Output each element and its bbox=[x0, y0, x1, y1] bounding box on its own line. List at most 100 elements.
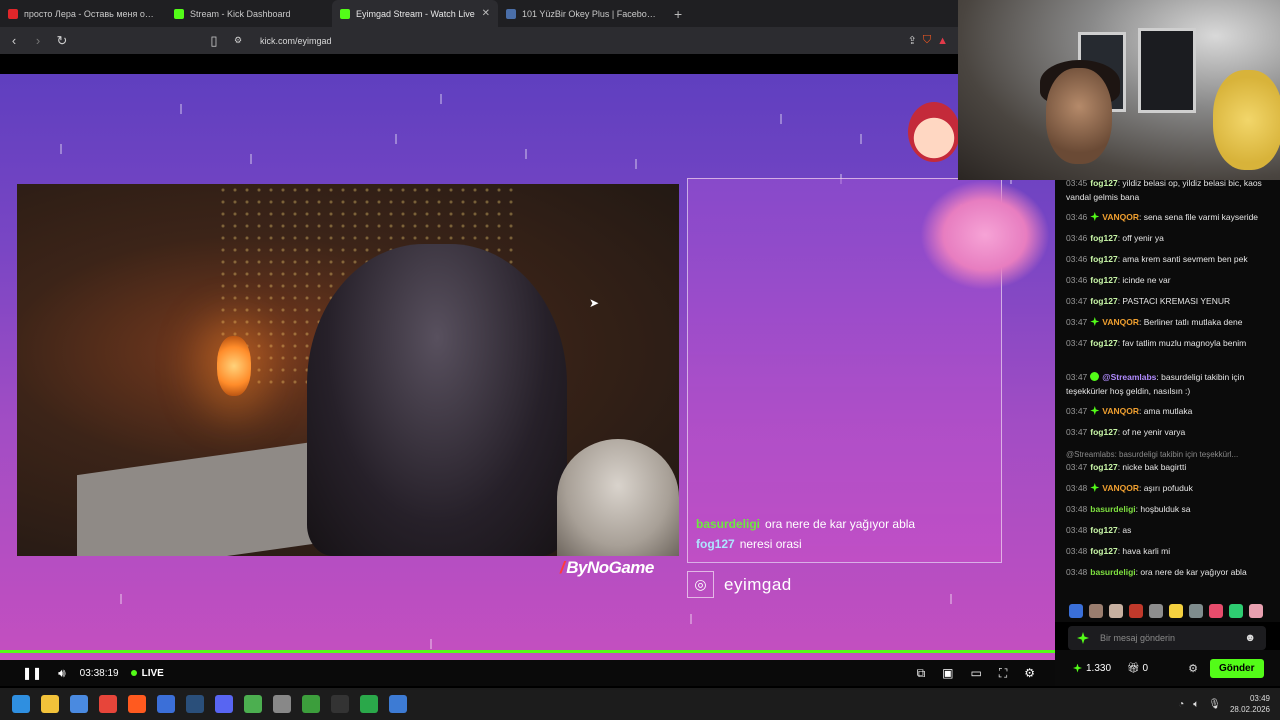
address-bar[interactable]: ▯ ⚙ kick.com/eyimgad bbox=[210, 31, 910, 50]
message-time: 03:46 bbox=[1066, 212, 1088, 222]
message-username[interactable]: fog127 bbox=[1090, 233, 1117, 243]
site-info-icon[interactable]: ⚙ bbox=[228, 35, 248, 46]
app-icon[interactable] bbox=[244, 695, 262, 713]
emote-icon[interactable] bbox=[1069, 604, 1083, 618]
message-username[interactable]: VANQOR bbox=[1102, 406, 1139, 416]
message-username[interactable]: fog127 bbox=[1090, 296, 1117, 306]
clip-icon[interactable]: ⧉ bbox=[917, 666, 926, 681]
emote-bar bbox=[1055, 600, 1280, 622]
chat-message: 03:47 @Streamlabs: basurdeligi takibin iç… bbox=[1066, 372, 1245, 396]
message-time: 03:48 bbox=[1066, 546, 1088, 556]
theater-mode-icon[interactable]: ▭ bbox=[970, 666, 981, 680]
brave-rewards-icon[interactable]: ▲ bbox=[937, 35, 948, 47]
message-username[interactable]: fog127 bbox=[1090, 427, 1117, 437]
message-time: 03:47 bbox=[1066, 317, 1088, 327]
rain-drop bbox=[430, 639, 432, 649]
xbox-icon[interactable] bbox=[360, 695, 378, 713]
message-text: ama krem santi sevmem ben pek bbox=[1122, 254, 1248, 264]
message-time: 03:47 bbox=[1066, 372, 1088, 382]
message-username[interactable]: fog127 bbox=[1090, 275, 1117, 285]
windows-taskbar: ◔ 🔈︎ 🎙︎ 03:49 28.02.2026 bbox=[0, 688, 1280, 720]
reload-icon[interactable]: ↻ bbox=[52, 33, 72, 49]
minecraft-icon[interactable] bbox=[302, 695, 320, 713]
message-username[interactable]: fog127 bbox=[1090, 338, 1117, 348]
windows-start-icon[interactable] bbox=[12, 695, 30, 713]
app-icon[interactable] bbox=[273, 695, 291, 713]
message-username[interactable]: @Streamlabs bbox=[1102, 372, 1156, 382]
chat-message: 03:47 VANQOR: Berliner tatlı mutlaka dene bbox=[1066, 317, 1243, 327]
rain-drop bbox=[440, 94, 442, 104]
emote-icon[interactable] bbox=[1109, 604, 1123, 618]
message-username[interactable]: fog127 bbox=[1090, 525, 1117, 535]
emoji-icon[interactable]: ☻ bbox=[1244, 632, 1256, 644]
pause-icon[interactable]: ❚❚ bbox=[22, 666, 42, 680]
message-username[interactable]: VANQOR bbox=[1102, 483, 1139, 493]
chat-settings-icon[interactable]: ⚙ bbox=[1188, 662, 1198, 675]
emote-icon[interactable] bbox=[1229, 604, 1243, 618]
file-explorer-icon[interactable] bbox=[41, 695, 59, 713]
chrome-icon[interactable] bbox=[99, 695, 117, 713]
reply-preview[interactable]: @Streamlabs: basurdeligi takibin için te… bbox=[1066, 450, 1271, 459]
pip-icon[interactable]: ▣ bbox=[942, 666, 953, 680]
live-indicator: LIVE bbox=[130, 668, 164, 679]
gift-counter[interactable]: 🎁︎ 0 bbox=[1127, 663, 1148, 674]
steam-icon[interactable] bbox=[186, 695, 204, 713]
emote-icon[interactable] bbox=[1149, 604, 1163, 618]
message-text: aşırı pofuduk bbox=[1143, 483, 1193, 493]
browser-tab[interactable]: Stream - Kick Dashboard bbox=[166, 0, 332, 27]
share-icon[interactable]: ⇪ bbox=[908, 34, 917, 47]
fullscreen-icon[interactable]: ⛶ bbox=[999, 666, 1007, 681]
app-icon[interactable] bbox=[70, 695, 88, 713]
message-username[interactable]: basurdeligi bbox=[1090, 504, 1135, 514]
chat-message: 03:48 VANQOR: aşırı pofuduk bbox=[1066, 483, 1193, 493]
close-tab-icon[interactable]: ✕ bbox=[482, 8, 490, 19]
message-time: 03:46 bbox=[1066, 233, 1088, 243]
brave-icon[interactable] bbox=[128, 695, 146, 713]
url-text[interactable]: kick.com/eyimgad bbox=[260, 36, 332, 46]
emote-icon[interactable] bbox=[1189, 604, 1203, 618]
volume-icon[interactable]: 🔊︎ bbox=[58, 666, 66, 681]
message-username[interactable]: fog127 bbox=[1090, 254, 1117, 264]
stream-video[interactable]: ➤ basurdeligi ora nere de kar yağıyor abl… bbox=[0, 74, 1055, 660]
avatar-sticker bbox=[908, 102, 960, 162]
discord-icon[interactable] bbox=[215, 695, 233, 713]
message-text: nicke bak bagirtti bbox=[1122, 462, 1187, 472]
rain-drop bbox=[60, 144, 62, 154]
back-icon[interactable]: ‹ bbox=[4, 33, 24, 48]
brave-shield-icon[interactable]: ⛉ bbox=[923, 34, 931, 47]
browser-tab[interactable]: Eyimgad Stream - Watch Live ✕ bbox=[332, 0, 498, 27]
emote-icon[interactable] bbox=[1209, 604, 1223, 618]
message-username[interactable]: VANQOR bbox=[1102, 212, 1139, 222]
new-tab-icon[interactable]: + bbox=[664, 6, 692, 22]
emote-icon[interactable] bbox=[1129, 604, 1143, 618]
chat-message: 03:47 fog127: nicke bak bagirtti bbox=[1066, 462, 1187, 472]
clock[interactable]: 03:49 28.02.2026 bbox=[1230, 693, 1270, 715]
stream-time: 03:38:19 bbox=[79, 667, 119, 679]
message-username[interactable]: fog127 bbox=[1090, 462, 1117, 472]
message-username[interactable]: fog127 bbox=[1090, 180, 1117, 188]
chat-message: 03:48 basurdeligi: hoşbulduk sa bbox=[1066, 504, 1191, 514]
browser-tab[interactable]: просто Лера - Оставь меня одн... bbox=[0, 0, 166, 27]
settings-icon[interactable]: ⚙ bbox=[1024, 666, 1035, 680]
points-counter[interactable]: 1.330 bbox=[1073, 663, 1111, 674]
emote-icon[interactable] bbox=[1249, 604, 1263, 618]
message-username[interactable]: VANQOR bbox=[1102, 317, 1139, 327]
message-time: 03:48 bbox=[1066, 483, 1088, 493]
forward-icon[interactable]: › bbox=[28, 33, 48, 48]
emote-icon[interactable] bbox=[1169, 604, 1183, 618]
mic-icon[interactable]: 🎙︎ bbox=[1208, 699, 1221, 710]
send-button[interactable]: Gönder bbox=[1209, 658, 1264, 678]
stream-progress-bar[interactable] bbox=[0, 650, 1055, 653]
epic-games-icon[interactable] bbox=[331, 695, 349, 713]
browser-tab[interactable]: 101 YüzBir Okey Plus | Facebook bbox=[498, 0, 664, 27]
wifi-icon[interactable]: ◔ bbox=[1178, 699, 1184, 710]
message-username[interactable]: basurdeligi bbox=[1090, 567, 1135, 577]
sound-icon[interactable]: 🔈︎ bbox=[1193, 699, 1199, 710]
chat-input-placeholder[interactable]: Bir mesaj gönderin bbox=[1100, 633, 1244, 643]
bookmark-icon[interactable]: ▯ bbox=[204, 33, 224, 49]
chat-input[interactable]: Bir mesaj gönderin ☻ bbox=[1068, 626, 1266, 650]
app-icon[interactable] bbox=[389, 695, 407, 713]
app-icon[interactable] bbox=[157, 695, 175, 713]
message-username[interactable]: fog127 bbox=[1090, 546, 1117, 556]
emote-icon[interactable] bbox=[1089, 604, 1103, 618]
